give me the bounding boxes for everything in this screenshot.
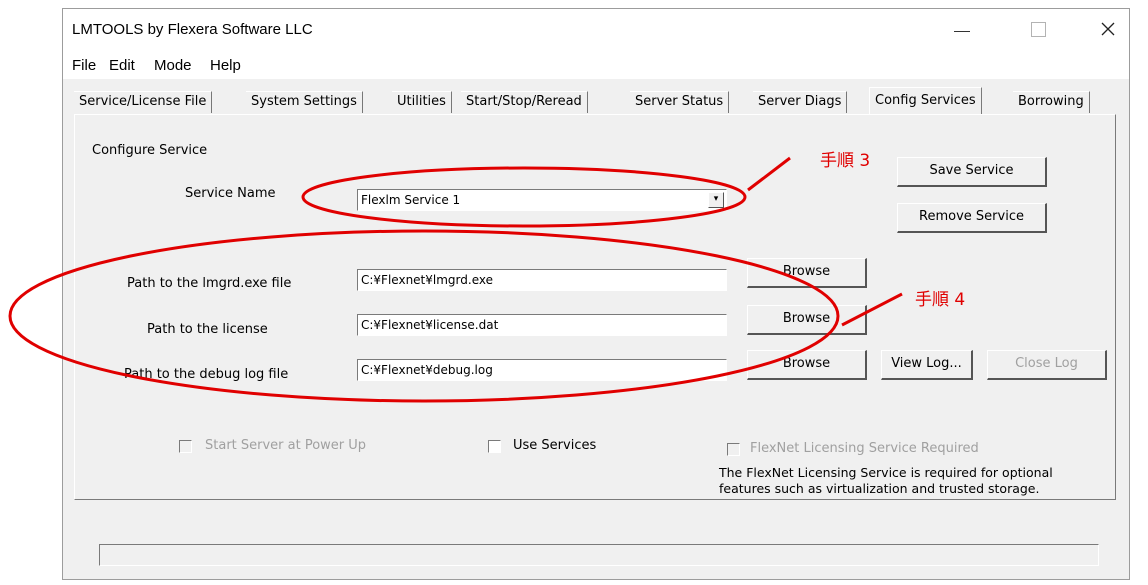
step4-annotation: 手順 4 [915,290,966,310]
step4-pointer-line [841,292,903,327]
step4-ellipse [8,229,840,403]
annotation-overlay [8,156,903,403]
step3-annotation: 手順 3 [820,151,871,171]
step3-ellipse [301,166,747,228]
step3-pointer-line [747,156,791,192]
